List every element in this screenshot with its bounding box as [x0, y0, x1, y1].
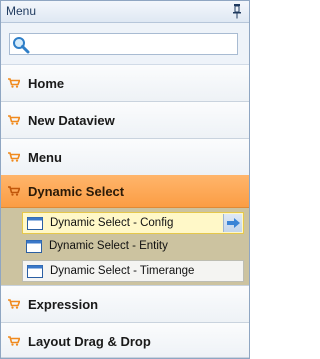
submenu-item-entity[interactable]: Dynamic Select - Entity — [22, 236, 244, 258]
pin-icon[interactable] — [231, 3, 243, 19]
menu-item-label: Home — [28, 76, 65, 91]
panel-title: Menu — [6, 4, 37, 18]
panel-titlebar: Menu — [1, 1, 249, 23]
cart-icon — [8, 115, 20, 125]
search-box[interactable] — [9, 33, 238, 55]
window-icon — [27, 265, 43, 278]
search-icon — [13, 37, 30, 54]
window-icon — [27, 217, 43, 230]
submenu-item-timerange[interactable]: Dynamic Select - Timerange — [22, 260, 244, 282]
submenu-item-label: Dynamic Select - Config — [50, 217, 174, 229]
menu-item-new-dataview[interactable]: New Dataview — [1, 102, 249, 139]
search-bar — [1, 23, 249, 65]
submenu-item-label: Dynamic Select - Entity — [49, 240, 168, 252]
cart-icon — [8, 186, 20, 196]
menu-panel: Menu Home New Dataview Menu Dynamic Sele… — [0, 0, 250, 359]
menu-item-label: Expression — [28, 297, 99, 312]
menu-item-expression[interactable]: Expression — [1, 286, 249, 323]
menu-item-label: Dynamic Select — [28, 184, 125, 199]
submenu-item-config[interactable]: Dynamic Select - Config — [22, 212, 244, 234]
menu-item-dynamic-select[interactable]: Dynamic Select — [1, 175, 249, 208]
cart-icon — [8, 336, 20, 346]
menu-item-home[interactable]: Home — [1, 65, 249, 102]
window-icon — [26, 240, 42, 253]
cart-icon — [8, 78, 20, 88]
cart-icon — [8, 299, 20, 309]
submenu: Dynamic Select - Config Dynamic Select -… — [1, 208, 249, 286]
submenu-item-label: Dynamic Select - Timerange — [50, 265, 195, 277]
cart-icon — [8, 152, 20, 162]
menu-item-label: Menu — [28, 150, 62, 165]
go-button[interactable] — [223, 214, 242, 232]
menu-item-label: Layout Drag & Drop — [28, 334, 151, 349]
arrow-right-icon — [227, 218, 240, 228]
search-input[interactable] — [32, 35, 236, 53]
menu-item-layout-drag-drop[interactable]: Layout Drag & Drop — [1, 323, 249, 358]
menu-item-menu[interactable]: Menu — [1, 139, 249, 176]
menu-item-label: New Dataview — [28, 113, 115, 128]
